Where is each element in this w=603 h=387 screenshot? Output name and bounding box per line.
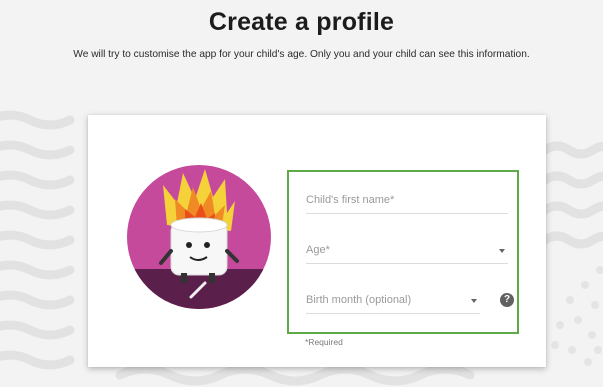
page-title: Create a profile [208,8,395,36]
required-note: *Required [305,337,343,347]
chevron-down-icon [499,249,505,253]
header: Create a profile We will try to customis… [0,0,603,60]
page-subtitle: We will try to customise the app for you… [73,49,530,60]
first-name-placeholder: Child's first name* [306,194,395,206]
chevron-down-icon [471,299,477,303]
profile-form: Child's first name* Age* Birth month (op… [287,170,519,334]
profile-card: Child's first name* Age* Birth month (op… [88,115,546,367]
marshmallow-fire-avatar-icon [127,165,271,309]
birth-month-placeholder: Birth month (optional) [306,294,412,306]
first-name-field[interactable]: Child's first name* [306,189,508,214]
avatar[interactable] [127,165,271,309]
age-select[interactable]: Age* [306,239,508,264]
help-icon[interactable]: ? [500,293,514,307]
age-placeholder: Age* [306,244,330,256]
birth-month-select[interactable]: Birth month (optional) [306,289,480,314]
